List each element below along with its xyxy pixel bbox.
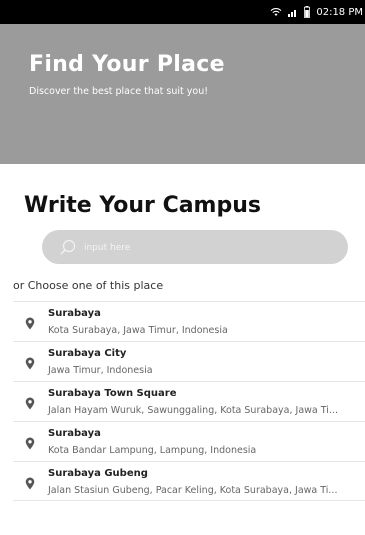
list-item[interactable]: Surabaya Kota Surabaya, Jawa Timur, Indo…	[13, 301, 365, 341]
location-pin-icon	[25, 355, 35, 374]
signal-icon	[288, 7, 298, 17]
header-subtitle: Discover the best place that suit you!	[29, 86, 209, 97]
place-address: Jalan Hayam Wuruk, Sawunggaling, Kota Su…	[48, 405, 338, 416]
search-box[interactable]	[42, 230, 348, 264]
place-name: Surabaya	[48, 308, 101, 319]
place-name: Surabaya Town Square	[48, 388, 177, 399]
list-item[interactable]: Surabaya City Jawa Timur, Indonesia	[13, 341, 365, 381]
search-icon	[60, 239, 76, 259]
status-bar: 02:18 PM	[0, 0, 365, 24]
section-title: Write Your Campus	[24, 193, 261, 218]
header-banner: Find Your Place Discover the best place …	[0, 24, 365, 164]
place-name: Surabaya Gubeng	[48, 468, 148, 479]
list-item[interactable]: Surabaya Gubeng Jalan Stasiun Gubeng, Pa…	[13, 461, 365, 501]
location-pin-icon	[25, 475, 35, 494]
location-pin-icon	[25, 395, 35, 414]
place-address: Jawa Timur, Indonesia	[48, 365, 153, 376]
search-input[interactable]	[82, 238, 336, 258]
place-address: Kota Bandar Lampung, Lampung, Indonesia	[48, 445, 257, 456]
location-pin-icon	[25, 315, 35, 334]
status-icons: 02:18 PM	[270, 0, 365, 24]
list-item[interactable]: Surabaya Town Square Jalan Hayam Wuruk, …	[13, 381, 365, 421]
choose-label: or Choose one of this place	[13, 279, 164, 292]
battery-icon	[304, 6, 311, 18]
place-list: Surabaya Kota Surabaya, Jawa Timur, Indo…	[13, 301, 365, 501]
wifi-icon	[270, 7, 282, 17]
list-item[interactable]: Surabaya Kota Bandar Lampung, Lampung, I…	[13, 421, 365, 461]
place-address: Jalan Stasiun Gubeng, Pacar Keling, Kota…	[48, 485, 338, 496]
place-name: Surabaya	[48, 428, 101, 439]
status-time: 02:18 PM	[316, 6, 363, 18]
place-address: Kota Surabaya, Jawa Timur, Indonesia	[48, 325, 228, 336]
location-pin-icon	[25, 435, 35, 454]
place-name: Surabaya City	[48, 348, 127, 359]
header-title: Find Your Place	[29, 52, 225, 77]
